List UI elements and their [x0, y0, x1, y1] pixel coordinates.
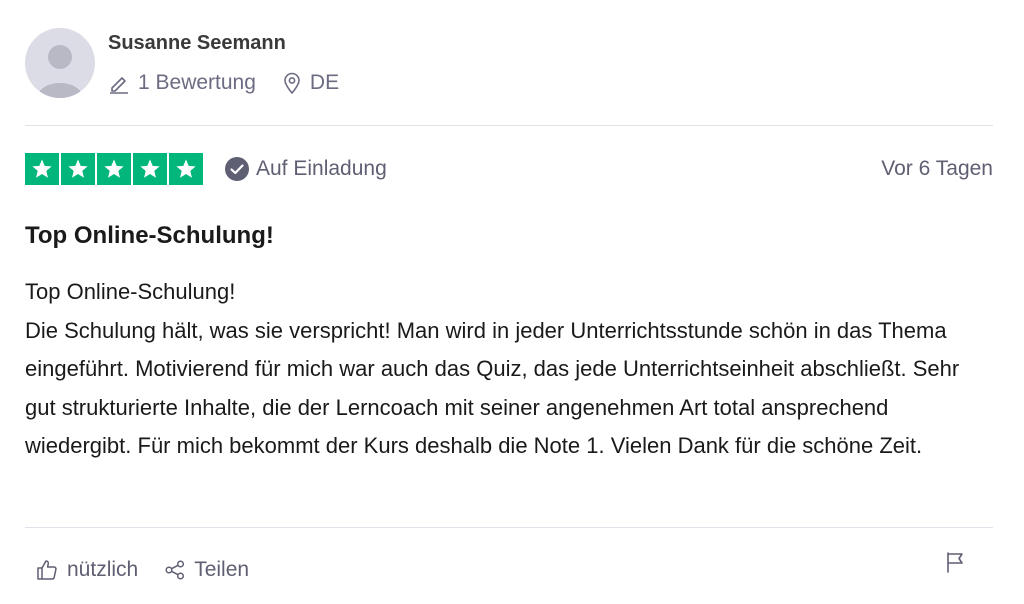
- check-circle-icon: [225, 157, 249, 181]
- avatar[interactable]: [25, 28, 95, 98]
- reviewer-name[interactable]: Susanne Seemann: [108, 32, 286, 55]
- star-icon: [133, 153, 167, 185]
- share-label: Teilen: [194, 558, 250, 581]
- country-code: DE: [309, 71, 340, 94]
- share-button[interactable]: Teilen: [164, 558, 249, 582]
- location-pin-icon: [284, 72, 300, 94]
- review-title[interactable]: Top Online-Schulung!: [25, 222, 274, 250]
- share-icon: [165, 560, 185, 580]
- star-icon: [169, 153, 203, 185]
- review-body: Top Online-Schulung! Die Schulung hält, …: [25, 273, 993, 466]
- review-count: 1 Bewertung: [108, 71, 256, 95]
- divider: [25, 527, 993, 528]
- thumbs-up-icon: [37, 560, 57, 580]
- invited-badge[interactable]: Auf Einladung: [225, 155, 387, 183]
- divider: [25, 125, 993, 126]
- review-actions: nützlich Teilen: [35, 558, 249, 582]
- star-icon: [97, 153, 131, 185]
- star-icon: [25, 153, 59, 185]
- review-date: Vor 6 Tagen: [881, 157, 993, 180]
- review-body-line: Die Schulung hält, was sie verspricht! M…: [25, 317, 960, 459]
- report-button[interactable]: [945, 551, 965, 578]
- reviewer-location: DE: [282, 71, 339, 95]
- useful-label: nützlich: [67, 558, 139, 581]
- useful-button[interactable]: nützlich: [35, 558, 138, 582]
- default-avatar-icon: [37, 45, 83, 98]
- invited-label: Auf Einladung: [256, 157, 387, 180]
- flag-icon: [947, 552, 963, 573]
- review-card: Susanne Seemann 1 Bewertung DE Auf Einla…: [25, 0, 993, 604]
- star-rating: [25, 153, 203, 185]
- pencil-icon: [110, 77, 128, 94]
- star-icon: [61, 153, 95, 185]
- review-count-text: 1 Bewertung: [138, 71, 256, 94]
- reviewer-meta: 1 Bewertung DE: [108, 69, 339, 97]
- review-body-line: Top Online-Schulung!: [25, 279, 236, 304]
